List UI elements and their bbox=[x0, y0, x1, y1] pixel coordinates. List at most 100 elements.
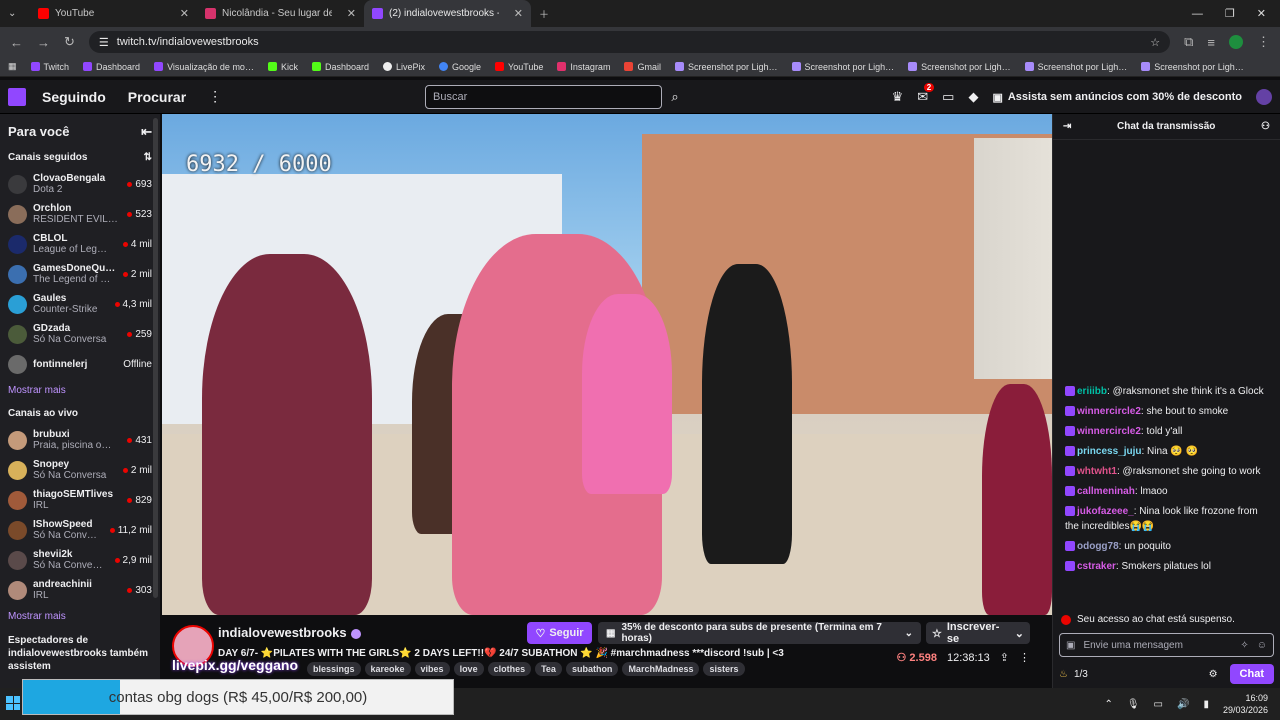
badge-icon[interactable] bbox=[1065, 386, 1075, 397]
crown-icon[interactable]: ♛ bbox=[892, 89, 904, 105]
browser-tab-nicolandia[interactable]: Nicolândia - Seu lugar de dive… ✕ bbox=[197, 0, 364, 27]
chat-username[interactable]: winnercircle2 bbox=[1077, 426, 1141, 437]
browser-tab-twitch[interactable]: (2) indialovewestbrooks - Tw… ✕ bbox=[364, 0, 531, 27]
follow-button[interactable]: ♡ Seguir bbox=[527, 622, 592, 644]
collapse-icon[interactable]: ⇤ bbox=[141, 124, 152, 140]
sidebar-channel-item[interactable]: Orchlon RESIDENT EVIL… 523 bbox=[0, 199, 160, 229]
forward-icon[interactable]: → bbox=[37, 35, 50, 50]
video-player[interactable]: 6932 / 6000 bbox=[162, 114, 1052, 615]
url-text[interactable]: twitch.tv/indialovewestbrooks bbox=[117, 36, 259, 48]
tag-pill[interactable]: kareoke bbox=[364, 662, 411, 676]
smile-icon[interactable]: ☺ bbox=[1257, 640, 1267, 651]
badge-icon[interactable] bbox=[1065, 506, 1075, 517]
tag-pill[interactable]: vibes bbox=[414, 662, 450, 676]
chat-username[interactable]: odogg78 bbox=[1077, 541, 1119, 552]
sidebar-scrollbar[interactable] bbox=[153, 118, 158, 598]
chat-username[interactable]: jukofazeee_ bbox=[1077, 506, 1134, 517]
bookmark-item[interactable]: Twitch bbox=[30, 62, 69, 72]
bits-icon[interactable]: ◆ bbox=[968, 89, 978, 105]
tag-pill[interactable]: MarchMadness bbox=[622, 662, 700, 676]
microphone-icon[interactable]: 🎙 bbox=[1127, 699, 1140, 710]
inbox-icon[interactable]: ✉ 2 bbox=[917, 83, 935, 105]
site-info-icon[interactable]: ☰ bbox=[99, 36, 109, 49]
search-icon[interactable]: ⌕ bbox=[664, 85, 686, 109]
clock[interactable]: 16:09 29/03/2026 bbox=[1223, 692, 1268, 716]
show-more-live[interactable]: Mostrar mais bbox=[0, 605, 160, 628]
bookmark-item[interactable]: Visualização de mo… bbox=[154, 62, 254, 72]
tag-pill[interactable]: clothes bbox=[487, 662, 532, 676]
users-icon[interactable]: ⚇ bbox=[1261, 121, 1270, 132]
settings-icon[interactable]: ⚙ bbox=[1209, 669, 1218, 680]
search-input[interactable]: Buscar bbox=[425, 85, 662, 109]
windows-start-icon[interactable] bbox=[6, 696, 20, 710]
subscribe-button[interactable]: ☆ Inscrever-se ⌄ bbox=[926, 621, 1030, 645]
chat-send-button[interactable]: Chat bbox=[1229, 664, 1274, 684]
user-avatar[interactable] bbox=[1256, 89, 1272, 105]
collapse-chat-icon[interactable]: ⇥ bbox=[1063, 121, 1071, 132]
volume-icon[interactable]: 🔊 bbox=[1177, 699, 1189, 710]
bookmark-item[interactable]: Gmail bbox=[624, 62, 661, 72]
tab-list-button[interactable]: ⌄ bbox=[0, 0, 30, 27]
sidebar-channel-item[interactable]: GamesDoneQu… The Legend of … 2 mil bbox=[0, 259, 160, 289]
tag-pill[interactable]: subathon bbox=[565, 662, 619, 676]
new-tab-button[interactable]: ＋ bbox=[531, 0, 561, 27]
channel-points-icon[interactable]: ♨ bbox=[1059, 669, 1068, 680]
sidebar-channel-item[interactable]: ClovaoBengala Dota 2 693 bbox=[0, 169, 160, 199]
badge-icon[interactable] bbox=[1065, 406, 1075, 417]
nav-following[interactable]: Seguindo bbox=[42, 89, 106, 105]
sidebar-channel-item[interactable]: brubuxi Praia, piscina o… 431 bbox=[0, 425, 160, 455]
back-icon[interactable]: ← bbox=[10, 35, 23, 50]
bookmarks-apps-icon[interactable]: ▦ bbox=[8, 61, 17, 72]
show-more-followed[interactable]: Mostrar mais bbox=[0, 379, 160, 402]
bookmark-item[interactable]: Screenshot por Ligh… bbox=[791, 62, 894, 72]
badge-icon[interactable] bbox=[1065, 446, 1075, 457]
menu-icon[interactable]: ⋮ bbox=[1257, 34, 1270, 50]
sidebar-channel-item[interactable]: IShowSpeed Só Na Conv… 11,2 mil bbox=[0, 515, 160, 545]
chat-username[interactable]: princess_juju bbox=[1077, 446, 1141, 457]
bookmark-item[interactable]: Screenshot por Ligh… bbox=[1024, 62, 1127, 72]
badge-icon[interactable] bbox=[1065, 541, 1075, 552]
sidebar-channel-item[interactable]: thiagoSEMTlives IRL 829 bbox=[0, 485, 160, 515]
battery-icon[interactable]: ▮ bbox=[1203, 699, 1209, 710]
tag-pill[interactable]: sisters bbox=[703, 662, 745, 676]
bookmark-star-icon[interactable]: ☆ bbox=[1150, 36, 1160, 49]
more-options-icon[interactable]: ⋮ bbox=[1019, 651, 1030, 664]
chat-username[interactable]: eriiibb bbox=[1077, 386, 1107, 397]
more-icon[interactable]: ⋮ bbox=[208, 88, 222, 105]
bookmark-item[interactable]: Kick bbox=[267, 62, 298, 72]
minimize-icon[interactable]: — bbox=[1192, 8, 1203, 20]
tag-pill[interactable]: blessings bbox=[307, 662, 361, 676]
profile-avatar[interactable] bbox=[1229, 35, 1243, 49]
chat-username[interactable]: cstraker bbox=[1077, 561, 1116, 572]
bookmark-item[interactable]: Screenshot por Ligh… bbox=[908, 62, 1011, 72]
badge-icon[interactable] bbox=[1065, 561, 1075, 572]
sidebar-channel-item[interactable]: andreachinii IRL 303 bbox=[0, 575, 160, 605]
emote-picker-icon[interactable]: ▣ bbox=[1066, 640, 1075, 651]
share-icon[interactable]: ⇪ bbox=[1000, 651, 1009, 664]
reload-icon[interactable]: ↻ bbox=[64, 34, 75, 50]
bookmark-item[interactable]: LivePix bbox=[383, 62, 425, 72]
badge-icon[interactable] bbox=[1065, 486, 1075, 497]
close-window-icon[interactable]: ✕ bbox=[1257, 7, 1266, 20]
tray-chevron-icon[interactable]: ⌃ bbox=[1104, 699, 1112, 710]
bookmark-item[interactable]: Screenshot por Ligh… bbox=[674, 62, 778, 72]
sidebar-channel-item[interactable]: Gaules Counter-Strike 4,3 mil bbox=[0, 289, 160, 319]
media-icon[interactable]: ≡ bbox=[1207, 35, 1215, 50]
tag-pill[interactable]: Tea bbox=[535, 662, 562, 676]
browser-tab-youtube[interactable]: YouTube ✕ bbox=[30, 0, 197, 27]
close-icon[interactable]: ✕ bbox=[347, 7, 356, 20]
sidebar-channel-item[interactable]: shevii2k Só Na Conve… 2,9 mil bbox=[0, 545, 160, 575]
restore-icon[interactable]: ❐ bbox=[1225, 7, 1235, 20]
badge-icon[interactable] bbox=[1065, 466, 1075, 477]
tag-pill[interactable]: love bbox=[453, 662, 484, 676]
bookmark-item[interactable]: Dashboard bbox=[83, 62, 140, 72]
ad-free-button[interactable]: ▣ Assista sem anúncios com 30% de descont… bbox=[992, 91, 1242, 104]
sidebar-channel-item[interactable]: GDzada Só Na Conversa 259 bbox=[0, 319, 160, 349]
network-icon[interactable]: ▭ bbox=[1154, 699, 1163, 710]
bookmark-item[interactable]: Instagram bbox=[557, 62, 610, 72]
bookmark-item[interactable]: Google bbox=[439, 62, 481, 72]
bookmark-item[interactable]: YouTube bbox=[495, 62, 543, 72]
badge-icon[interactable] bbox=[1065, 426, 1075, 437]
address-bar[interactable]: ☰ twitch.tv/indialovewestbrooks ☆ bbox=[88, 31, 1171, 53]
chat-username[interactable]: winnercircle2 bbox=[1077, 406, 1141, 417]
